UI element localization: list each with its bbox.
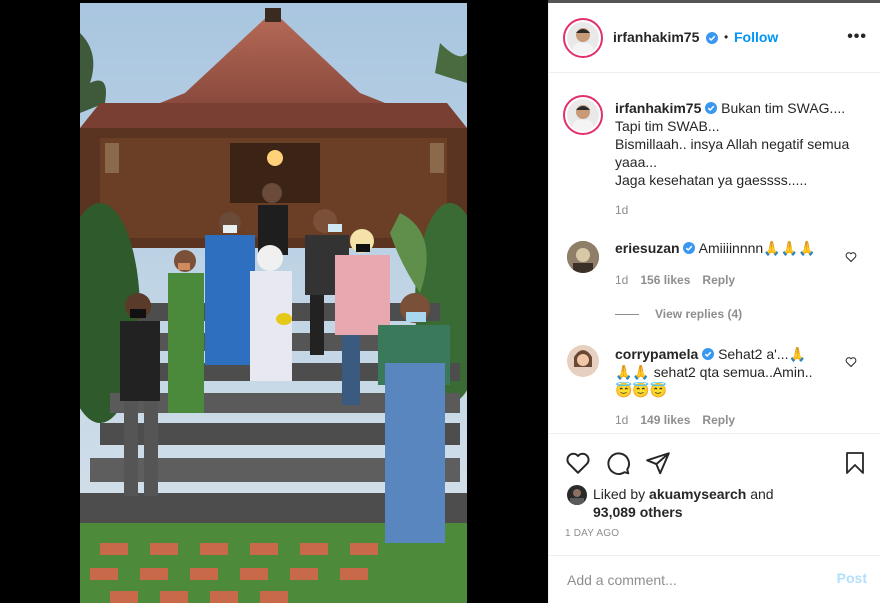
comment-bubble-icon[interactable]: [605, 450, 631, 476]
likes-summary: Liked by akuamysearch and 93,089 others: [593, 485, 833, 521]
like-heart-icon[interactable]: [565, 450, 591, 476]
commenter-avatar[interactable]: [567, 345, 599, 377]
comment-meta: 1d 156 likes Reply: [615, 273, 735, 287]
comment-username[interactable]: corrypamela: [615, 346, 698, 362]
likes-others-count[interactable]: 93,089 others: [593, 504, 683, 520]
post-header: irfanhakim75 • Follow •••: [549, 3, 880, 73]
post-photo[interactable]: [80, 3, 467, 603]
liker-username[interactable]: akuamysearch: [649, 486, 746, 502]
post-timestamp[interactable]: 1 DAY AGO: [565, 528, 619, 539]
caption-line: yaaa...: [615, 154, 658, 170]
header-separator: •: [724, 30, 729, 44]
comments-list: irfanhakim75 Bukan tim SWAG.... Tapi tim…: [549, 73, 880, 433]
share-paper-plane-icon[interactable]: [645, 450, 671, 476]
author-avatar[interactable]: [563, 18, 603, 58]
caption-username[interactable]: irfanhakim75: [615, 100, 701, 116]
comment-text: Sehat2 a'...🙏: [718, 346, 806, 362]
likes-prefix: Liked by: [593, 486, 646, 502]
verified-badge-icon: [705, 102, 718, 114]
caption-line: Tapi tim SWAB...: [615, 118, 720, 134]
comment-text: 🙏🙏 sehat2 qta semua..Amin..: [615, 364, 813, 380]
view-replies-button[interactable]: View replies (4): [655, 307, 742, 321]
more-options-icon[interactable]: •••: [847, 28, 867, 46]
caption-line: Bismillaah.. insya Allah negatif semua: [615, 136, 850, 152]
save-bookmark-icon[interactable]: [843, 450, 867, 476]
caption-avatar[interactable]: [563, 95, 603, 135]
post-comment-button[interactable]: Post: [837, 570, 867, 586]
comment-text: 😇😇😇: [615, 382, 668, 398]
caption-line: Jaga kesehatan ya gaessss.....: [615, 172, 808, 188]
comment-time[interactable]: 1d: [615, 273, 628, 287]
replies-divider: [615, 314, 639, 315]
photo-pane: [0, 0, 548, 603]
post-photo-illustration: [80, 3, 467, 603]
comment-meta: 1d 149 likes Reply: [615, 413, 735, 427]
caption-line: Bukan tim SWAG....: [721, 100, 846, 116]
reply-button[interactable]: Reply: [702, 273, 735, 287]
caption: irfanhakim75 Bukan tim SWAG.... Tapi tim…: [615, 99, 875, 189]
verified-badge-icon: [702, 348, 715, 360]
commenter-avatar[interactable]: [567, 241, 599, 273]
follow-button[interactable]: Follow: [734, 29, 778, 45]
comment-time[interactable]: 1d: [615, 413, 628, 427]
comment-likes[interactable]: 156 likes: [640, 273, 690, 287]
comment: corrypamela Sehat2 a'...🙏 🙏🙏 sehat2 qta …: [615, 345, 845, 399]
post-actions: Liked by akuamysearch and 93,089 others …: [549, 433, 880, 573]
like-comment-heart-icon[interactable]: [845, 356, 857, 368]
comment: eriesuzan Amiiiinnnn🙏🙏🙏: [615, 239, 845, 257]
verified-badge-icon: [683, 242, 696, 254]
comment-likes[interactable]: 149 likes: [640, 413, 690, 427]
post-details-panel: irfanhakim75 • Follow ••• irfanhakim75 B…: [548, 3, 880, 603]
like-comment-heart-icon[interactable]: [845, 251, 857, 263]
liker-avatar[interactable]: [567, 485, 587, 505]
author-username[interactable]: irfanhakim75: [613, 29, 699, 45]
reply-button[interactable]: Reply: [702, 413, 735, 427]
add-comment-bar: Post: [549, 555, 880, 603]
comment-username[interactable]: eriesuzan: [615, 240, 680, 256]
caption-time[interactable]: 1d: [615, 203, 628, 217]
likes-and: and: [750, 486, 774, 502]
add-comment-input[interactable]: [565, 569, 809, 591]
comment-text: Amiiiinnnn🙏🙏🙏: [698, 240, 816, 256]
verified-badge-icon: [706, 30, 718, 48]
